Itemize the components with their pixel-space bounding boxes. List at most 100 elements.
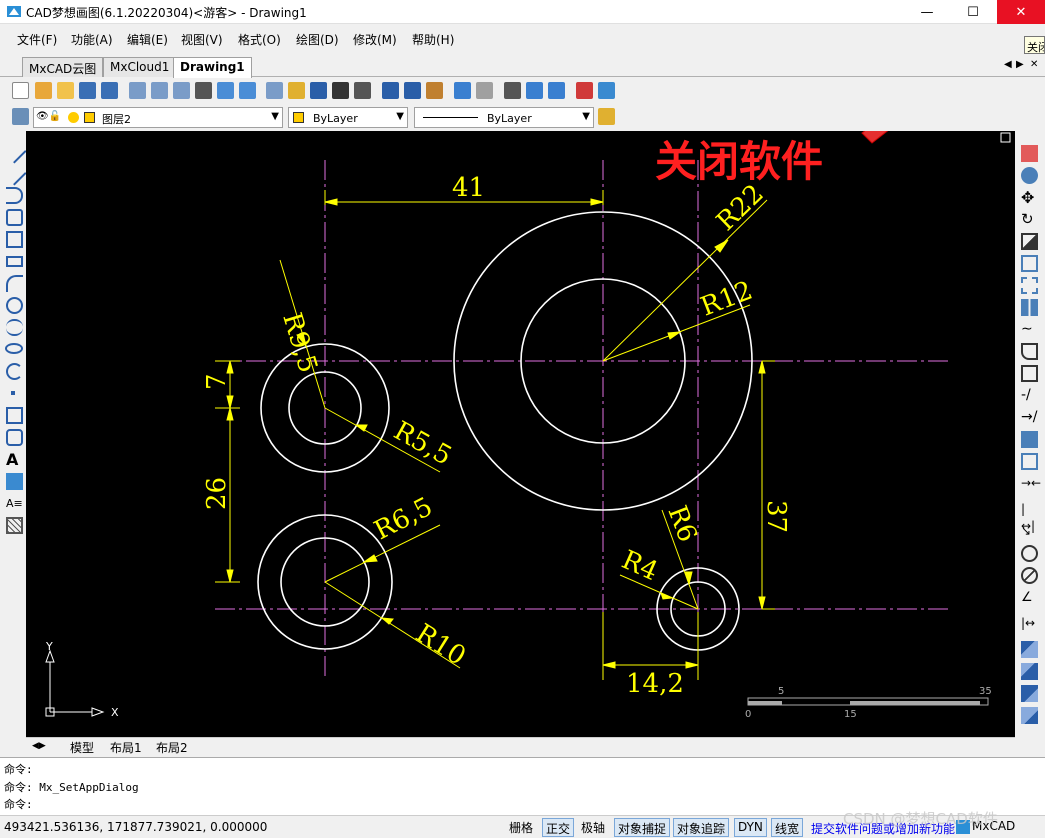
zoom-previous-icon[interactable]	[239, 82, 256, 99]
tab-model[interactable]: 模型	[70, 739, 94, 756]
explode-icon[interactable]	[1021, 431, 1038, 448]
rotate-icon[interactable]: ↻	[1021, 211, 1038, 228]
circle-icon[interactable]	[6, 297, 23, 314]
dim-aligned-icon[interactable]: ↘	[1021, 523, 1038, 540]
print-icon[interactable]	[504, 82, 521, 99]
tab-close-icon[interactable]: ✕	[1030, 59, 1038, 70]
paste-icon[interactable]	[426, 82, 443, 99]
open-cloud-icon[interactable]	[35, 82, 52, 99]
grid-toggle[interactable]: 栅格	[506, 818, 536, 837]
dim-radius-icon[interactable]	[1021, 545, 1038, 562]
dim-angular-icon[interactable]: ∠	[1021, 589, 1038, 606]
ellipse-icon[interactable]	[5, 343, 23, 354]
match-properties-icon[interactable]	[288, 82, 305, 99]
pentagon-icon[interactable]	[6, 231, 23, 248]
extend-icon[interactable]: →/	[1021, 409, 1038, 426]
menu-function[interactable]: 功能(A)	[71, 31, 113, 48]
point-icon[interactable]	[11, 391, 15, 395]
menu-format[interactable]: 格式(O)	[238, 31, 281, 48]
line-icon[interactable]	[2, 139, 27, 164]
raster-image-icon[interactable]	[6, 473, 23, 490]
chamfer-icon[interactable]	[1021, 365, 1038, 382]
otrack-toggle[interactable]: 对象追踪	[673, 818, 730, 837]
array-icon[interactable]	[1021, 277, 1038, 294]
stretch-icon[interactable]	[1021, 255, 1038, 272]
break-icon[interactable]	[1021, 453, 1038, 470]
scale-icon[interactable]	[1021, 233, 1038, 250]
insert-block-icon[interactable]	[6, 407, 23, 424]
mirror-icon[interactable]	[1021, 299, 1038, 316]
lineweight-toggle[interactable]: 线宽	[771, 818, 804, 837]
polar-toggle[interactable]: 极轴	[578, 818, 608, 837]
web-icon[interactable]	[526, 82, 543, 99]
tab-layout1[interactable]: 布局1	[110, 739, 142, 756]
pencil-icon[interactable]	[598, 108, 615, 125]
join-icon[interactable]: →←	[1021, 475, 1041, 492]
ortho-toggle[interactable]: 正交	[542, 818, 575, 837]
tab-mxcad-cloud[interactable]: MxCAD云图	[22, 57, 104, 77]
save-as-icon[interactable]	[101, 82, 118, 99]
undo-icon[interactable]	[454, 82, 471, 99]
menu-file[interactable]: 文件(F)	[17, 31, 57, 48]
redo-icon[interactable]	[476, 82, 493, 99]
linetype-select[interactable]: ByLayer ▼	[414, 107, 594, 128]
polygon-icon[interactable]	[6, 209, 23, 226]
command-window[interactable]: 命令: 命令: Mx_SetAppDialog 命令:	[0, 757, 1045, 815]
new-file-icon[interactable]	[12, 82, 29, 99]
trim-icon[interactable]: -/	[1021, 387, 1038, 404]
menu-edit[interactable]: 编辑(E)	[127, 31, 168, 48]
close-button[interactable]: ✕	[997, 0, 1045, 24]
layer-stack-icon[interactable]	[12, 108, 29, 125]
minimize-button[interactable]: —	[904, 0, 950, 24]
dim-linear-icon[interactable]: |↔|	[1021, 501, 1038, 533]
ray-icon[interactable]	[2, 161, 27, 186]
layer-select[interactable]: 👁🔓 图层2 ▼	[33, 107, 283, 128]
cloud-globe-icon[interactable]	[548, 82, 565, 99]
tab-layout2[interactable]: 布局2	[156, 739, 188, 756]
copy-icon[interactable]	[404, 82, 421, 99]
cut-icon[interactable]	[382, 82, 399, 99]
menu-help[interactable]: 帮助(H)	[412, 31, 454, 48]
command-prompt[interactable]: 命令:	[4, 796, 33, 812]
zoom-window-icon[interactable]	[129, 82, 146, 99]
arc-icon[interactable]	[6, 275, 23, 292]
rectangle-icon[interactable]	[6, 256, 23, 267]
text-icon[interactable]: A	[6, 451, 23, 468]
offset-icon[interactable]: ∼	[1021, 321, 1038, 338]
find-icon[interactable]	[266, 82, 283, 99]
polyline-icon[interactable]	[6, 187, 23, 204]
osnap-toggle[interactable]: 对象捕捉	[614, 818, 671, 837]
tab-prev-icon[interactable]: ◀	[1004, 59, 1012, 70]
tab-mxcloud1[interactable]: MxCloud1	[103, 57, 177, 77]
save-icon[interactable]	[79, 82, 96, 99]
menu-view[interactable]: 视图(V)	[181, 31, 223, 48]
spline-icon[interactable]	[6, 319, 23, 336]
properties-icon[interactable]	[310, 82, 327, 99]
fillet-icon[interactable]	[1021, 343, 1038, 360]
send-under-icon[interactable]	[1021, 707, 1038, 724]
ellipse-arc-icon[interactable]	[6, 363, 23, 380]
zoom-in-icon[interactable]	[151, 82, 168, 99]
menu-modify[interactable]: 修改(M)	[353, 31, 397, 48]
move-icon[interactable]: ✥	[1021, 189, 1038, 206]
image-icon[interactable]	[598, 82, 615, 99]
bring-above-icon[interactable]	[1021, 685, 1038, 702]
dim-diameter-icon[interactable]	[1021, 567, 1038, 584]
erase-icon[interactable]	[1021, 145, 1038, 162]
maximize-button[interactable]: ☐	[950, 0, 996, 24]
dyn-toggle[interactable]: DYN	[734, 818, 767, 837]
make-block-icon[interactable]	[6, 429, 23, 446]
block-icon[interactable]	[354, 82, 371, 99]
tab-next-icon[interactable]: ▶	[1016, 59, 1024, 70]
menu-draw[interactable]: 绘图(D)	[296, 31, 339, 48]
drawing-canvas[interactable]: 41 7 26 37 14,2 R9,5 R5,5 R6,5 R10 R22 R…	[26, 131, 1015, 737]
tab-drawing1[interactable]: Drawing1	[173, 57, 252, 78]
layout-nav-first-icon[interactable]: ◀▶	[32, 741, 46, 751]
draw-order-back-icon[interactable]	[1021, 663, 1038, 680]
layer-manager-icon[interactable]	[332, 82, 349, 99]
zoom-out-icon[interactable]	[173, 82, 190, 99]
copy-object-icon[interactable]	[1021, 167, 1038, 184]
pan-hand-icon[interactable]	[195, 82, 212, 99]
pdf-icon[interactable]	[576, 82, 593, 99]
mtext-icon[interactable]: A≡	[6, 495, 23, 512]
